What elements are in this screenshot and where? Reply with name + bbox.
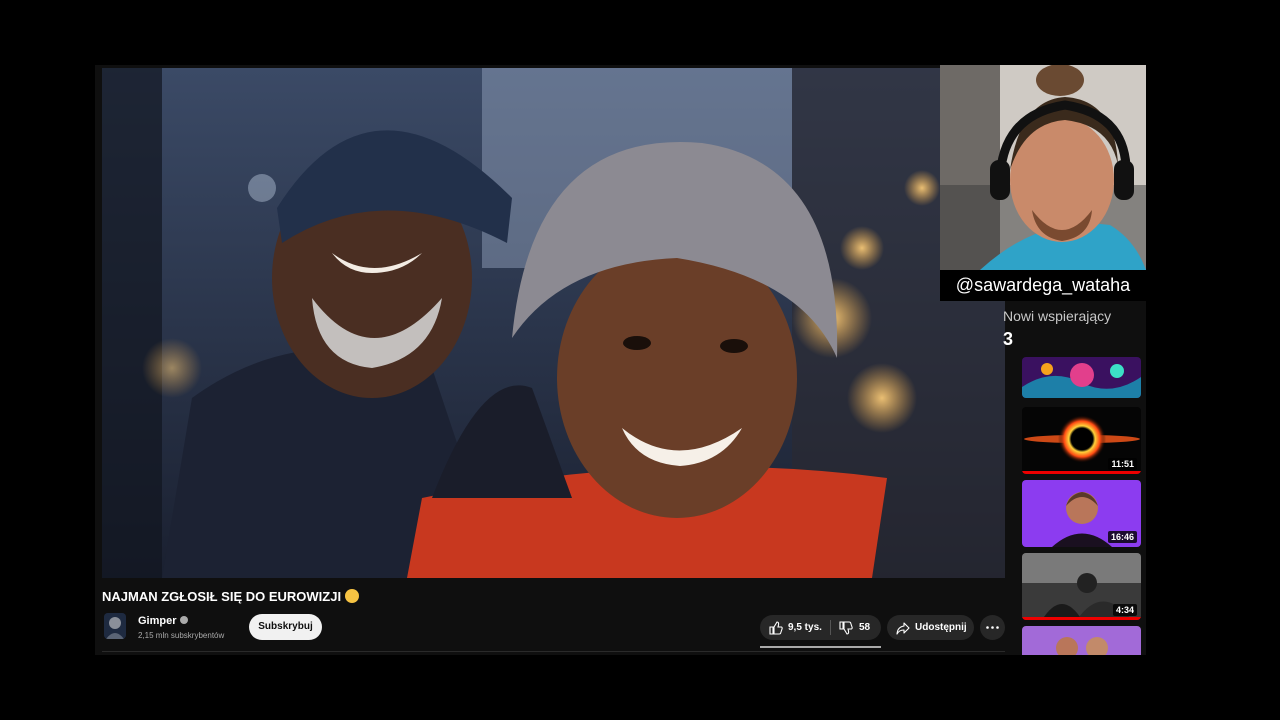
dislike-count: 58 xyxy=(859,622,871,633)
new-supporters-panel: Nowi wspierający 3 xyxy=(995,301,1115,357)
thumbnail-image xyxy=(1022,357,1141,398)
watch-progress-bar xyxy=(1022,617,1141,620)
more-options-button[interactable] xyxy=(980,615,1005,640)
subscriber-count: 2,15 mln subskrybentów xyxy=(138,631,225,640)
like-button[interactable]: 9,5 tys. xyxy=(760,615,830,640)
verified-icon xyxy=(179,616,188,624)
video-duration: 4:34 xyxy=(1112,604,1137,616)
video-duration: 16:46 xyxy=(1107,531,1137,543)
avatar-image xyxy=(104,613,126,639)
video-duration: 11:51 xyxy=(1108,458,1137,470)
webcam-feed xyxy=(940,65,1146,270)
supporters-title: Nowi wspierający xyxy=(1003,308,1112,324)
dislike-button[interactable]: 58 xyxy=(831,615,881,640)
like-underline xyxy=(760,646,881,648)
like-count: 9,5 tys. xyxy=(788,622,822,633)
suggestion-thumbnail[interactable]: 16:46 xyxy=(1022,480,1141,547)
supporters-count: 3 xyxy=(1003,329,1014,349)
like-dislike-group: 9,5 tys. 58 xyxy=(760,615,881,640)
suggestion-thumbnail[interactable]: 4:34 xyxy=(1022,553,1141,620)
youtube-screen: 11:51 16:46 4:34 @sawardega_wataha Nowi … xyxy=(95,65,1146,655)
channel-name[interactable]: Gimper xyxy=(138,615,188,627)
thumbs-up-icon xyxy=(769,621,783,635)
flushed-emoji-icon xyxy=(345,589,360,603)
thumbnail-image xyxy=(1022,626,1141,655)
share-button[interactable]: Udostępnij xyxy=(887,615,974,640)
streamer-webcam xyxy=(940,65,1146,270)
subscribe-button[interactable]: Subskrybuj xyxy=(249,614,322,640)
watch-progress-bar xyxy=(1022,471,1141,474)
video-title: NAJMAN ZGŁOSIŁ SIĘ DO EUROWIZJI xyxy=(102,589,360,604)
thumbs-down-icon xyxy=(839,621,853,635)
share-arrow-icon xyxy=(896,622,910,635)
channel-avatar[interactable] xyxy=(104,613,126,639)
more-horizontal-icon xyxy=(986,626,999,629)
suggestion-thumbnail[interactable]: 11:51 xyxy=(1022,407,1141,474)
share-label: Udostępnij xyxy=(915,622,967,633)
suggestion-thumbnail[interactable] xyxy=(1022,626,1141,655)
streamer-handle: @sawardega_wataha xyxy=(940,270,1146,301)
video-frame xyxy=(102,68,1005,578)
video-player[interactable] xyxy=(102,68,1005,578)
suggestion-thumbnail[interactable] xyxy=(1022,357,1141,398)
divider xyxy=(102,651,1005,652)
